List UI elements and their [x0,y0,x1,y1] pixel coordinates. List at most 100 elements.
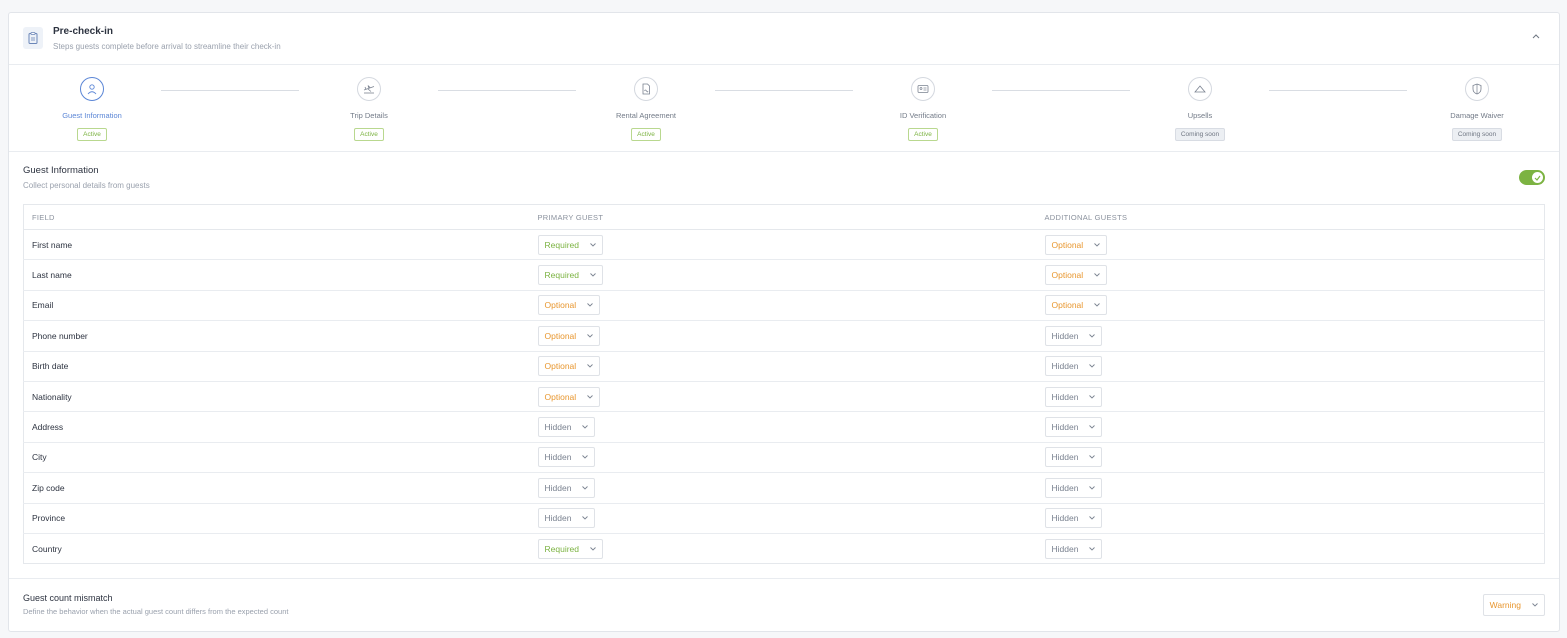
step-connector [161,90,299,91]
primary-guest-cell: Hidden [529,472,1037,504]
table-row: City Hidden Hidden [23,442,1545,474]
primary-guest-cell: Optional [529,320,1037,352]
select-value: Optional [544,330,577,341]
select-value: Optional [544,391,577,402]
chevron-up-icon[interactable] [1531,31,1541,41]
chevron-down-icon [1088,484,1095,491]
column-header-primary-guest: PRIMARY GUEST [529,204,1037,230]
select-value: Hidden [1051,330,1079,341]
primary-guest-select[interactable]: Required [537,538,603,559]
step-guest-information[interactable]: Guest Information Active [32,77,152,141]
additional-guests-select[interactable]: Hidden [1044,417,1103,438]
step-damage-waiver[interactable]: Damage Waiver Coming soon [1417,77,1537,141]
status-badge: Active [631,128,661,141]
status-badge: Active [354,128,384,141]
field-name: Email [23,290,530,322]
step-connector [715,90,853,91]
select-value: Hidden [544,513,572,524]
primary-guest-select[interactable]: Hidden [537,508,596,529]
step-connector [1269,90,1407,91]
chevron-down-icon [1088,393,1095,400]
id-card-icon [911,77,935,101]
primary-guest-select[interactable]: Hidden [537,477,596,498]
table-header-row: FIELD PRIMARY GUEST ADDITIONAL GUESTS [23,204,1545,230]
field-name: Zip code [23,472,530,504]
step-connector [438,90,576,91]
primary-guest-select[interactable]: Optional [537,325,601,346]
clipboard-icon [23,27,43,49]
primary-guest-cell: Hidden [529,442,1037,474]
table-row: Province Hidden Hidden [23,503,1545,534]
additional-guests-select[interactable]: Hidden [1044,477,1103,498]
field-name: Address [23,411,530,443]
primary-guest-select[interactable]: Required [537,265,603,286]
mismatch-behavior-value: Warning [1489,600,1521,610]
primary-guest-select[interactable]: Required [537,234,603,255]
additional-guests-select[interactable]: Optional [1044,234,1108,255]
status-badge: Coming soon [1174,128,1226,141]
additional-guests-select[interactable]: Optional [1044,295,1108,316]
additional-guests-cell: Hidden [1037,533,1545,563]
additional-guests-select[interactable]: Hidden [1044,386,1103,407]
document-icon [634,77,658,101]
field-name: Country [32,543,62,554]
primary-guest-select[interactable]: Optional [537,386,601,407]
step-upsells[interactable]: Upsells Coming soon [1140,77,1260,141]
step-trip-details[interactable]: Trip Details Active [309,77,429,141]
primary-guest-cell: Hidden [529,503,1037,534]
additional-guests-select[interactable]: Hidden [1044,325,1103,346]
additional-guests-select[interactable]: Hidden [1044,447,1103,468]
table-row: Birth date Optional Hidden [23,351,1545,382]
card-header[interactable]: Pre-check-in Steps guests complete befor… [9,13,1559,65]
chevron-down-icon [589,545,596,552]
chevron-down-icon [1093,241,1100,248]
select-value: Hidden [1051,513,1079,524]
additional-guests-cell: Hidden [1036,320,1545,352]
primary-guest-select[interactable]: Hidden [537,417,596,438]
primary-guest-select[interactable]: Optional [537,295,601,316]
select-value: Hidden [544,452,572,463]
select-value: Hidden [1051,391,1079,402]
chevron-down-icon [586,332,593,339]
chevron-down-icon [586,302,593,309]
guest-info-toggle[interactable] [1519,170,1545,185]
select-value: Hidden [544,482,572,493]
primary-guest-select[interactable]: Optional [537,356,601,377]
select-value: Required [544,543,580,554]
select-value: Optional [544,300,577,311]
chevron-down-icon [581,484,588,491]
step-id-verification[interactable]: ID Verification Active [863,77,983,141]
primary-guest-cell: Required [529,229,1037,261]
plane-icon [357,77,381,101]
step-rental-agreement[interactable]: Rental Agreement Active [586,77,706,141]
select-value: Hidden [1051,482,1079,493]
field-name: Phone number [23,320,530,352]
primary-guest-select[interactable]: Hidden [537,447,596,468]
table-row: Phone number Optional Hidden [23,320,1545,352]
user-icon [80,77,104,101]
additional-guests-cell: Optional [1036,229,1545,261]
step-label: Guest Information [62,111,122,120]
guest-fields-table: FIELD PRIMARY GUEST ADDITIONAL GUESTS Fi… [23,204,1545,565]
status-badge: Active [77,128,107,141]
primary-guest-cell: Required [530,533,1037,563]
additional-guests-cell: Hidden [1036,472,1545,504]
additional-guests-select[interactable]: Hidden [1044,538,1103,559]
primary-guest-cell: Hidden [529,411,1037,443]
page-title: Pre-check-in [53,26,114,37]
section-title: Guest Information [23,165,99,176]
chevron-down-icon [589,241,596,248]
additional-guests-select[interactable]: Hidden [1044,356,1103,377]
primary-guest-cell: Required [529,259,1037,291]
additional-guests-cell: Hidden [1036,381,1545,413]
section-subtitle: Collect personal details from guests [23,181,150,190]
mismatch-behavior-select[interactable]: Warning [1482,594,1545,616]
primary-guest-cell: Optional [529,381,1037,413]
mismatch-title: Guest count mismatch [23,593,113,603]
select-value: Hidden [1051,361,1079,372]
additional-guests-select[interactable]: Optional [1044,265,1108,286]
additional-guests-select[interactable]: Hidden [1044,508,1103,529]
select-value: Required [544,239,580,250]
steps-bar: Guest Information Active Trip Details Activ… [9,65,1559,152]
status-badge: Active [908,128,938,141]
